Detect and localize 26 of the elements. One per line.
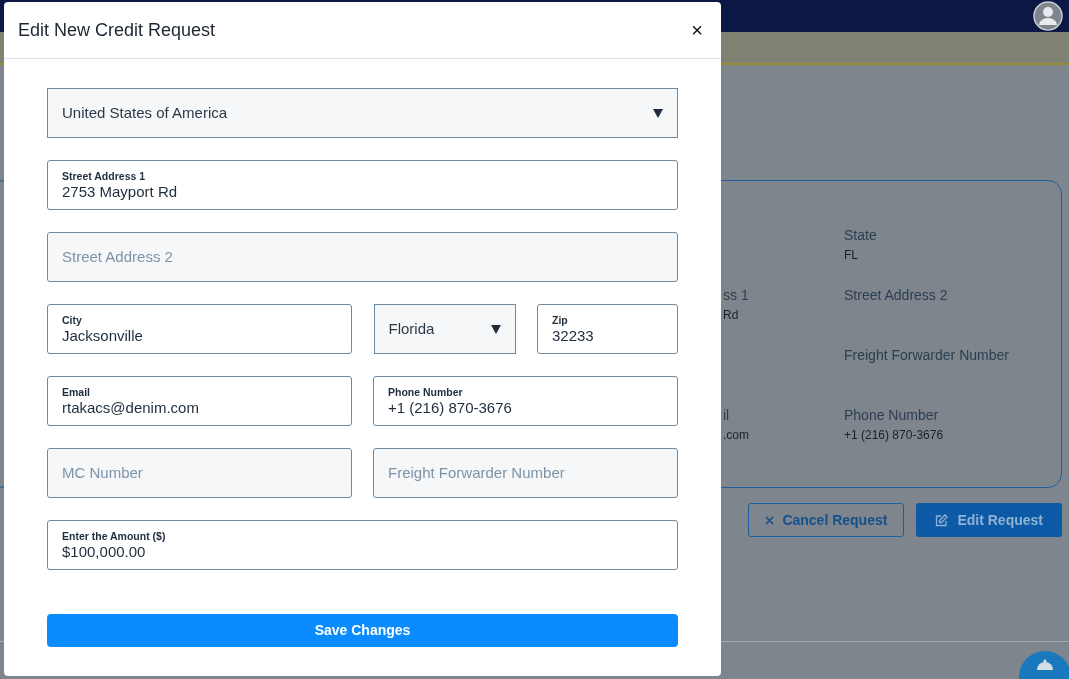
select-field[interactable]: Florida xyxy=(373,304,516,354)
detail-value: Rd xyxy=(723,307,740,324)
input-field[interactable]: Street Address 1 2753 Mayport Rd xyxy=(47,160,678,210)
edit-icon xyxy=(935,513,949,527)
detail-value: FL xyxy=(844,247,859,264)
input-field[interactable]: City Jacksonville xyxy=(47,304,352,354)
detail-value: .com xyxy=(723,427,750,444)
caret-icon xyxy=(490,324,501,334)
detail-label: il xyxy=(723,406,731,425)
close-icon xyxy=(765,515,775,525)
close-button[interactable]: × xyxy=(687,15,707,45)
input-field[interactable]: Phone Number +1 (216) 870-3676 xyxy=(373,376,678,426)
modal-title: Edit New Credit Request xyxy=(18,18,216,42)
detail-label: Street Address 2 xyxy=(844,286,949,305)
input-field[interactable]: Enter the Amount ($) $100,000.00 xyxy=(47,520,678,570)
detail-label: Freight Forwarder Number xyxy=(844,346,1009,365)
select-field[interactable]: United States of America xyxy=(47,88,678,138)
avatar-icon[interactable] xyxy=(1033,1,1063,31)
caret-icon xyxy=(653,108,663,118)
detail-value: +1 (216) 870-3676 xyxy=(844,427,945,444)
detail-label: Phone Number xyxy=(844,406,940,425)
input-field[interactable]: Email rtakacs@denim.com xyxy=(47,376,352,426)
detail-label: State xyxy=(844,226,878,245)
input-field[interactable]: Zip 32233 xyxy=(537,304,678,354)
bell-icon xyxy=(1035,659,1055,671)
detail-label: ss 1 xyxy=(723,286,750,305)
